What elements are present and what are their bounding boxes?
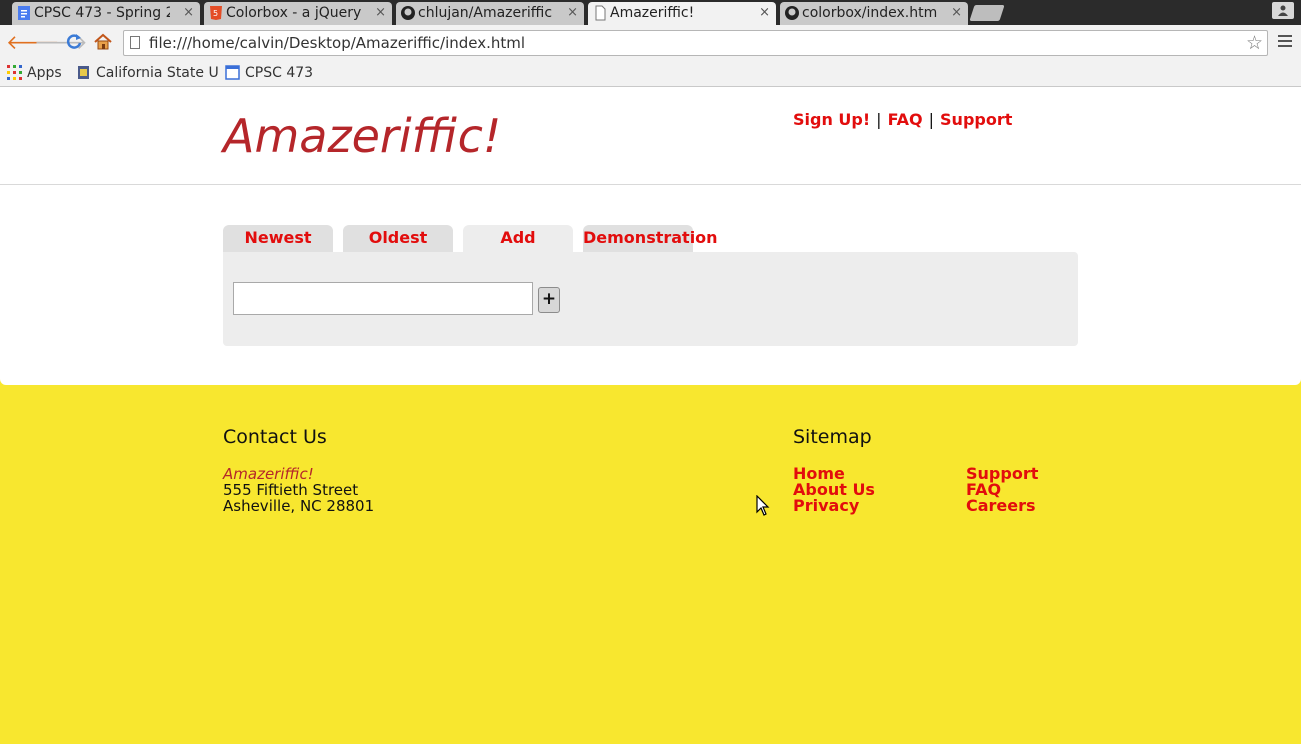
address-line: 555 Fiftieth Street xyxy=(223,481,359,499)
contact-heading: Contact Us xyxy=(223,426,327,448)
bookmark-cpsc473[interactable]: CPSC 473 xyxy=(225,64,313,82)
nav-faq-link[interactable]: FAQ xyxy=(888,110,923,129)
site-header: Amazeriffic! Sign Up! | FAQ | Support xyxy=(0,87,1301,185)
add-button[interactable]: + xyxy=(538,287,560,313)
browser-tab[interactable]: 5 Colorbox - a jQuery l × xyxy=(204,2,392,25)
page-icon xyxy=(130,36,140,49)
close-icon[interactable]: × xyxy=(375,2,386,24)
tab-demonstration[interactable]: Demonstration xyxy=(583,225,718,252)
forward-arrow-icon[interactable]: 🡒 xyxy=(34,31,88,53)
menu-icon[interactable] xyxy=(1278,35,1292,50)
calendar-icon xyxy=(225,65,240,80)
main-area: Amazeriffic! Sign Up! | FAQ | Support Newest… xyxy=(0,87,1301,385)
close-icon[interactable]: × xyxy=(183,2,194,24)
close-icon[interactable]: × xyxy=(951,2,962,24)
github-icon xyxy=(400,5,416,21)
top-nav: Sign Up! | FAQ | Support xyxy=(793,110,1012,129)
todo-input[interactable] xyxy=(233,282,533,315)
bookmark-label: Apps xyxy=(27,65,62,81)
github-icon xyxy=(784,5,800,21)
browser-tab[interactable]: chlujan/Amazeriffic × xyxy=(396,2,584,25)
browser-tab[interactable]: colorbox/index.htm × xyxy=(780,2,968,25)
tab-content-panel: + xyxy=(223,252,1078,346)
company-name: Amazeriffic! xyxy=(223,465,314,483)
site-logo: Amazeriffic! xyxy=(223,109,502,163)
close-icon[interactable]: × xyxy=(567,2,578,24)
close-icon[interactable]: × xyxy=(759,2,770,24)
bookmarks-bar: Apps California State U CPSC 473 xyxy=(0,61,1301,87)
browser-tab[interactable]: CPSC 473 - Spring 20 × xyxy=(12,2,200,25)
apps-grid-icon xyxy=(7,65,22,80)
browser-tab-title: Colorbox - a jQuery l xyxy=(226,5,362,21)
sitemap-privacy-link[interactable]: Privacy xyxy=(793,498,875,514)
browser-tab-title: CPSC 473 - Spring 20 xyxy=(34,5,170,21)
html5-icon: 5 xyxy=(208,5,224,21)
mouse-cursor-icon xyxy=(756,495,770,516)
nav-separator: | xyxy=(876,110,882,129)
page-icon xyxy=(592,5,608,21)
sitemap-careers-link[interactable]: Careers xyxy=(966,498,1038,514)
address-line: Asheville, NC 28801 xyxy=(223,497,375,515)
address-bar[interactable]: file:///home/calvin/Desktop/Amazeriffic/… xyxy=(123,30,1268,56)
back-arrow-icon[interactable]: 🡐 xyxy=(6,31,60,53)
user-profile-icon[interactable] xyxy=(1272,2,1294,19)
new-tab-button[interactable] xyxy=(969,5,1005,21)
browser-tab-title: colorbox/index.htm xyxy=(802,5,938,21)
svg-text:5: 5 xyxy=(213,9,218,18)
browser-tab-title: Amazeriffic! xyxy=(610,5,695,21)
university-seal-icon xyxy=(76,65,91,80)
bookmark-label: California State U xyxy=(96,65,219,81)
browser-tab-strip: CPSC 473 - Spring 20 × 5 Colorbox - a jQ… xyxy=(0,0,1301,25)
nav-sign-up-link[interactable]: Sign Up! xyxy=(793,110,870,129)
bookmark-star-icon[interactable]: ☆ xyxy=(1246,32,1263,54)
google-docs-icon xyxy=(16,5,32,21)
contact-address: Amazeriffic! 555 Fiftieth Street Ashevil… xyxy=(223,466,374,514)
browser-tab-active[interactable]: Amazeriffic! × xyxy=(588,2,776,25)
reload-icon[interactable] xyxy=(63,31,85,53)
nav-support-link[interactable]: Support xyxy=(940,110,1012,129)
tab-add[interactable]: Add xyxy=(463,225,573,252)
bookmark-csu[interactable]: California State U xyxy=(76,64,219,82)
sitemap-heading: Sitemap xyxy=(793,426,872,448)
page-content: Amazeriffic! Sign Up! | FAQ | Support Newest… xyxy=(0,87,1301,744)
bookmark-label: CPSC 473 xyxy=(245,65,314,81)
address-url: file:///home/calvin/Desktop/Amazeriffic/… xyxy=(149,34,526,52)
home-icon[interactable] xyxy=(92,31,114,53)
nav-separator: | xyxy=(928,110,935,129)
browser-tab-title: chlujan/Amazeriffic xyxy=(418,5,553,21)
bookmark-apps[interactable]: Apps xyxy=(7,64,62,82)
tab-oldest[interactable]: Oldest xyxy=(343,225,453,252)
tab-newest[interactable]: Newest xyxy=(223,225,333,252)
sitemap-column: Support FAQ Careers xyxy=(966,466,1038,514)
sitemap-column: Home About Us Privacy xyxy=(793,466,875,514)
browser-toolbar: 🡐 🡒 file:///home/calvin/Desktop/Amazerif… xyxy=(0,25,1301,61)
